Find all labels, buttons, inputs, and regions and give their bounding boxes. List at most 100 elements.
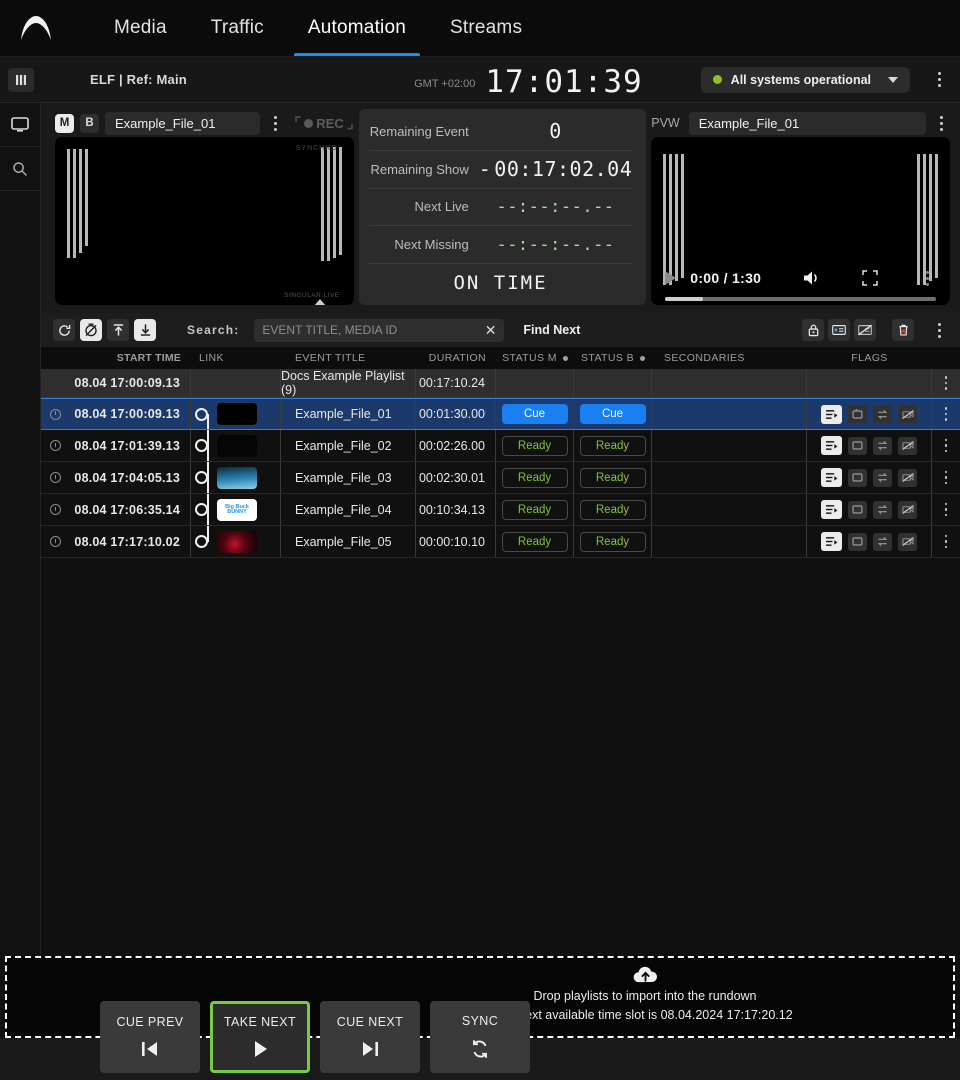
col-header-status-m[interactable]: STATUS M xyxy=(496,352,574,364)
play-icon[interactable] xyxy=(665,271,676,285)
monitor-icon xyxy=(11,117,29,133)
playlist-group-row[interactable]: 08.04 17:00:09.13 Docs Example Playlist … xyxy=(41,369,960,398)
row-kebab-menu-icon[interactable] xyxy=(937,439,955,453)
status-badge-m[interactable]: Cue xyxy=(502,404,568,424)
sync-button[interactable]: SYNC xyxy=(430,1001,530,1073)
nav-tab-streams[interactable]: Streams xyxy=(428,0,544,56)
nav-tab-media[interactable]: Media xyxy=(92,0,189,56)
header-kebab-menu-icon[interactable] xyxy=(930,72,948,87)
col-header-start-time[interactable]: START TIME xyxy=(69,352,191,364)
no-video-icon[interactable] xyxy=(898,469,917,487)
brand-logo-icon[interactable] xyxy=(8,14,64,42)
status-badge-b[interactable]: Ready xyxy=(580,468,646,488)
program-video-surface[interactable]: SYNCHRO SINGULAR.LIVE xyxy=(55,137,354,305)
program-header: M B Example_File_01 ⌜ REC ⌟ xyxy=(55,109,354,137)
row-kebab-menu-icon[interactable] xyxy=(937,535,955,549)
row-kebab-menu-icon[interactable] xyxy=(937,407,955,421)
col-header-link[interactable]: LINK xyxy=(191,352,281,364)
show-secondaries-button[interactable] xyxy=(828,319,850,341)
row-event-title: Example_File_03 xyxy=(281,462,416,493)
timer-label: Next Live xyxy=(369,199,479,214)
no-video-icon[interactable] xyxy=(898,437,917,455)
swap-icon[interactable] xyxy=(873,501,892,519)
loop-icon[interactable] xyxy=(848,405,867,423)
table-row[interactable]: 08.04 17:17:10.02 Example_File_05 00:00:… xyxy=(41,526,960,558)
table-row[interactable]: 08.04 17:06:35.14 Big BuckBUNNY Example_… xyxy=(41,494,960,526)
move-to-top-button[interactable] xyxy=(107,319,129,341)
fullscreen-icon[interactable] xyxy=(862,270,878,286)
swap-icon[interactable] xyxy=(873,469,892,487)
swap-icon[interactable] xyxy=(873,533,892,551)
program-kebab-menu-icon[interactable] xyxy=(266,116,284,131)
nav-tab-automation[interactable]: Automation xyxy=(286,0,428,56)
nav-tab-traffic[interactable]: Traffic xyxy=(189,0,286,56)
main-area: M B Example_File_01 ⌜ REC ⌟ SYNCHRO SI xyxy=(0,103,960,1080)
playlist-play-icon[interactable] xyxy=(821,532,842,551)
loop-icon[interactable] xyxy=(848,501,867,519)
timer-value: 0 xyxy=(479,119,633,143)
status-badge-b[interactable]: Cue xyxy=(580,404,646,424)
panel-layout-toggle[interactable] xyxy=(0,68,42,92)
playlist-play-icon[interactable] xyxy=(821,405,842,424)
loop-icon[interactable] xyxy=(848,533,867,551)
no-video-icon[interactable] xyxy=(898,501,917,519)
preview-settings-kebab-icon[interactable] xyxy=(918,271,936,286)
preview-video-surface[interactable]: 0:00 / 1:30 xyxy=(651,137,950,305)
status-badge-m[interactable]: Ready xyxy=(502,500,568,520)
close-icon[interactable]: ✕ xyxy=(479,322,497,339)
table-row[interactable]: 08.04 17:04:05.13 Example_File_03 00:02:… xyxy=(41,462,960,494)
swap-icon[interactable] xyxy=(873,405,892,423)
loop-icon[interactable] xyxy=(848,437,867,455)
col-header-duration[interactable]: DURATION xyxy=(416,352,496,364)
delete-button[interactable] xyxy=(892,319,914,341)
toolbar-kebab-menu-icon[interactable] xyxy=(930,323,948,338)
system-status-dropdown[interactable]: All systems operational xyxy=(701,67,910,93)
channel-badge-m[interactable]: M xyxy=(55,114,74,133)
preview-kebab-menu-icon[interactable] xyxy=(932,116,950,131)
volume-icon[interactable] xyxy=(802,269,822,287)
col-header-status-b[interactable]: STATUS B xyxy=(574,352,652,364)
col-header-event-title[interactable]: EVENT TITLE xyxy=(281,352,416,364)
lock-button[interactable] xyxy=(802,319,824,341)
refresh-button[interactable] xyxy=(53,319,75,341)
status-badge-m[interactable]: Ready xyxy=(502,468,568,488)
rail-item-search[interactable] xyxy=(0,147,40,191)
playlist-play-icon[interactable] xyxy=(821,468,842,487)
channel-badge-b[interactable]: B xyxy=(80,114,99,133)
hide-secondaries-button[interactable] xyxy=(854,319,876,341)
status-badge-b[interactable]: Ready xyxy=(580,532,646,552)
status-badge-m[interactable]: Ready xyxy=(502,532,568,552)
disable-timing-button[interactable] xyxy=(80,319,102,341)
find-next-button[interactable]: Find Next xyxy=(523,323,580,337)
status-badge-b[interactable]: Ready xyxy=(580,436,646,456)
status-badge-m[interactable]: Ready xyxy=(502,436,568,456)
playlist-play-icon[interactable] xyxy=(821,436,842,455)
loop-icon[interactable] xyxy=(848,469,867,487)
table-row[interactable]: 08.04 17:00:09.13 Example_File_01 00:01:… xyxy=(41,398,960,430)
col-header-flags[interactable]: FLAGS xyxy=(807,352,932,364)
rail-item-monitor[interactable] xyxy=(0,103,40,147)
no-video-icon[interactable] xyxy=(898,533,917,551)
search-input[interactable] xyxy=(262,323,478,337)
cue-prev-button[interactable]: CUE PREV xyxy=(100,1001,200,1073)
status-badge-b[interactable]: Ready xyxy=(580,500,646,520)
on-time-status: ON TIME xyxy=(369,272,633,294)
table-row[interactable]: 08.04 17:01:39.13 Example_File_02 00:02:… xyxy=(41,430,960,462)
row-link xyxy=(191,399,281,429)
cue-next-button[interactable]: CUE NEXT xyxy=(320,1001,420,1073)
playlist-row-kebab-menu-icon[interactable] xyxy=(937,376,955,390)
col-header-secondaries[interactable]: SECONDARIES xyxy=(652,352,807,364)
search-field-wrapper[interactable]: ✕ xyxy=(254,319,504,342)
record-dot-icon xyxy=(304,119,313,128)
row-kebab-menu-icon[interactable] xyxy=(937,503,955,517)
swap-icon[interactable] xyxy=(873,437,892,455)
preview-progress-bar[interactable] xyxy=(665,297,936,301)
row-kebab-menu-icon[interactable] xyxy=(937,471,955,485)
columns-icon[interactable] xyxy=(8,68,34,92)
playlist-play-icon[interactable] xyxy=(821,500,842,519)
program-title[interactable]: Example_File_01 xyxy=(105,112,260,135)
take-next-button[interactable]: TAKE NEXT xyxy=(210,1001,310,1073)
move-to-bottom-button[interactable] xyxy=(134,319,156,341)
preview-title[interactable]: Example_File_01 xyxy=(689,112,926,135)
no-video-icon[interactable] xyxy=(898,405,917,423)
